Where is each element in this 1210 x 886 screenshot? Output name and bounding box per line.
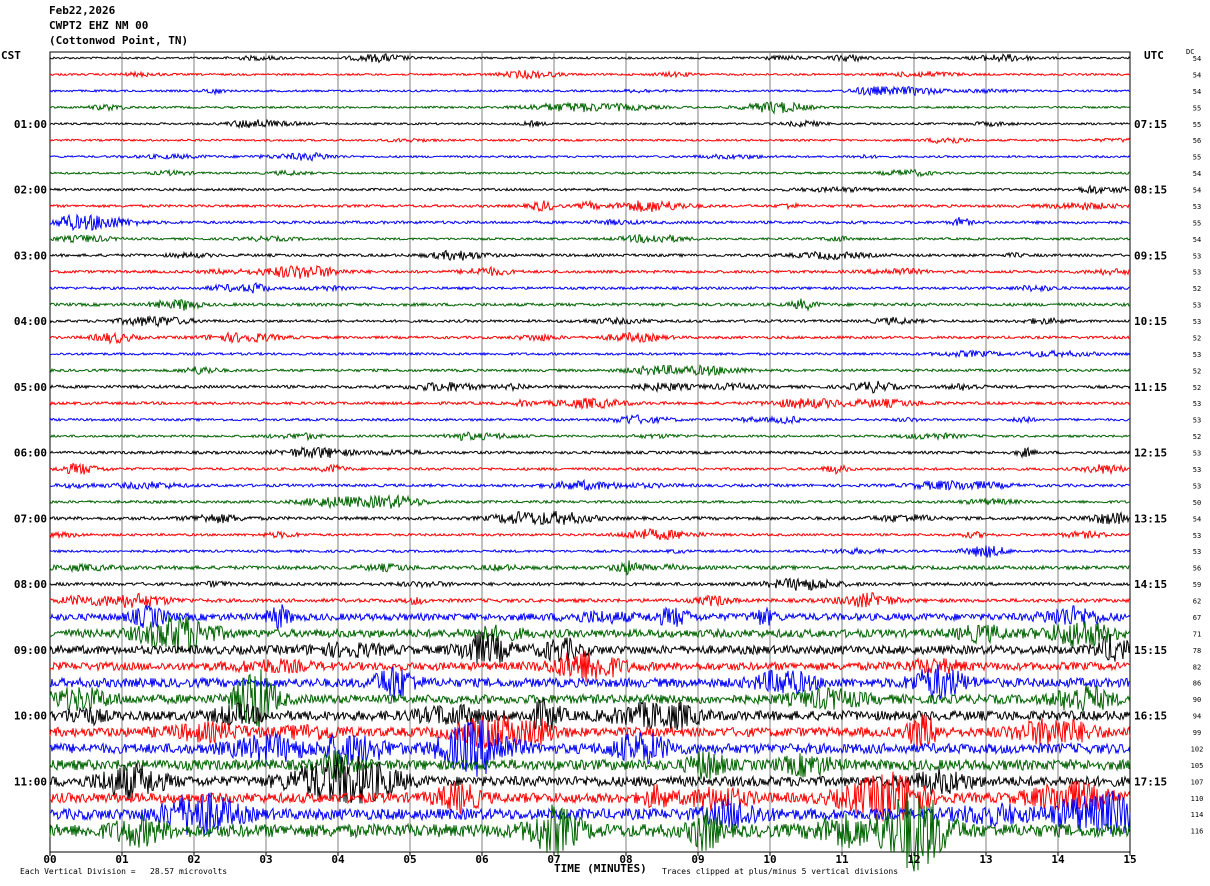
right-hour-label: 12:15 — [1134, 447, 1167, 460]
dc-offset-label: 53 — [1193, 252, 1201, 260]
dc-offset-label: 54 — [1193, 187, 1201, 195]
left-timezone-label: CST — [1, 49, 21, 62]
dc-offset-label: 55 — [1193, 104, 1201, 112]
dc-offset-label: 53 — [1193, 482, 1201, 490]
left-hour-label: 05:00 — [14, 381, 47, 394]
x-tick-label: 13 — [979, 853, 992, 866]
right-hour-label: 15:15 — [1134, 644, 1167, 657]
left-hour-label: 10:00 — [14, 710, 47, 723]
right-hour-label: 08:15 — [1134, 184, 1167, 197]
x-tick-label: 10 — [763, 853, 776, 866]
dc-offset-label: 54 — [1193, 55, 1201, 63]
right-hour-label: 07:15 — [1134, 118, 1167, 131]
x-tick-label: 03 — [259, 853, 272, 866]
dc-offset-label: 71 — [1193, 630, 1201, 638]
dc-offset-label: 52 — [1193, 367, 1201, 375]
dc-offset-label: 56 — [1193, 137, 1201, 145]
x-tick-label: 02 — [187, 853, 200, 866]
x-tick-label: 05 — [403, 853, 416, 866]
dc-header-label: DC — [1186, 48, 1195, 56]
dc-offset-label: 53 — [1193, 417, 1201, 425]
dc-offset-label: 53 — [1193, 400, 1201, 408]
dc-offset-label: 52 — [1193, 384, 1201, 392]
right-hour-label: 10:15 — [1134, 315, 1167, 328]
x-tick-label: 00 — [43, 853, 56, 866]
dc-offset-label: 55 — [1193, 121, 1201, 129]
x-tick-label: 15 — [1123, 853, 1136, 866]
right-hour-label: 11:15 — [1134, 381, 1167, 394]
right-hour-label: 14:15 — [1134, 578, 1167, 591]
dc-offset-label: 67 — [1193, 614, 1201, 622]
dc-offset-label: 99 — [1193, 729, 1201, 737]
dc-offset-label: 53 — [1193, 548, 1201, 556]
dc-offset-label: 52 — [1193, 433, 1201, 441]
left-hour-label: 07:00 — [14, 512, 47, 525]
left-hour-label: 09:00 — [14, 644, 47, 657]
left-hour-label: 08:00 — [14, 578, 47, 591]
x-tick-label: 06 — [475, 853, 489, 866]
dc-offset-label: 53 — [1193, 203, 1201, 211]
left-hour-label: 01:00 — [14, 118, 47, 131]
location-label: (Cottonwod Point, TN) — [49, 34, 189, 47]
date-label: Feb22,2026 — [49, 4, 116, 17]
dc-offset-label: 107 — [1191, 778, 1204, 786]
x-tick-label: 12 — [907, 853, 920, 866]
dc-offset-label: 54 — [1193, 515, 1201, 523]
right-hour-label: 17:15 — [1134, 775, 1167, 788]
x-tick-label: 01 — [115, 853, 129, 866]
dc-offset-label: 53 — [1193, 351, 1201, 359]
dc-offset-label: 52 — [1193, 285, 1201, 293]
dc-offset-label: 86 — [1193, 680, 1201, 688]
dc-offset-label: 53 — [1193, 532, 1201, 540]
x-tick-label: 11 — [835, 853, 849, 866]
dc-offset-label: 53 — [1193, 466, 1201, 474]
dc-offset-label: 54 — [1193, 88, 1201, 96]
dc-offset-label: 53 — [1193, 450, 1201, 458]
dc-offset-label: 55 — [1193, 219, 1201, 227]
clip-note: Traces clipped at plus/minus 5 vertical … — [662, 867, 899, 876]
dc-offset-label: 90 — [1193, 696, 1201, 704]
scale-note: Each Vertical Division = 28.57 microvolt… — [20, 867, 228, 876]
left-hour-label: 02:00 — [14, 184, 47, 197]
right-hour-label: 13:15 — [1134, 512, 1167, 525]
x-axis-title: TIME (MINUTES) — [554, 862, 647, 875]
left-hour-label: 03:00 — [14, 249, 47, 262]
dc-offset-label: 50 — [1193, 499, 1201, 507]
dc-offset-label: 105 — [1191, 762, 1204, 770]
dc-offset-label: 110 — [1191, 795, 1204, 803]
left-hour-label: 04:00 — [14, 315, 47, 328]
dc-offset-label: 114 — [1191, 811, 1204, 819]
dc-offset-label: 56 — [1193, 565, 1201, 573]
dc-offset-label: 53 — [1193, 269, 1201, 277]
dc-offset-label: 54 — [1193, 236, 1201, 244]
dc-offset-label: 53 — [1193, 302, 1201, 310]
left-hour-label: 06:00 — [14, 447, 47, 460]
dc-offset-label: 59 — [1193, 581, 1201, 589]
right-hour-label: 09:15 — [1134, 249, 1167, 262]
dc-offset-label: 102 — [1191, 745, 1204, 753]
dc-offset-label: 82 — [1193, 663, 1201, 671]
dc-offset-label: 62 — [1193, 598, 1201, 606]
dc-offset-label: 53 — [1193, 318, 1201, 326]
station-label: CWPT2 EHZ NM 00 — [49, 19, 149, 32]
dc-offset-label: 116 — [1191, 828, 1204, 836]
dc-offset-label: 78 — [1193, 647, 1201, 655]
x-tick-label: 14 — [1051, 853, 1065, 866]
dc-offset-label: 55 — [1193, 154, 1201, 162]
dc-offset-label: 54 — [1193, 71, 1201, 79]
dc-offset-label: 52 — [1193, 334, 1201, 342]
right-hour-label: 16:15 — [1134, 710, 1167, 723]
left-hour-label: 11:00 — [14, 775, 47, 788]
right-timezone-label: UTC — [1144, 49, 1164, 62]
dc-offset-label: 94 — [1193, 713, 1201, 721]
dc-offset-label: 54 — [1193, 170, 1201, 178]
x-tick-label: 04 — [331, 853, 345, 866]
helicorder-plot: 54 54 54 55 55 56 55 54 54 53 55 54 53 53 52 53 53 52 53 52… — [14, 51, 1204, 872]
x-tick-label: 09 — [691, 853, 704, 866]
